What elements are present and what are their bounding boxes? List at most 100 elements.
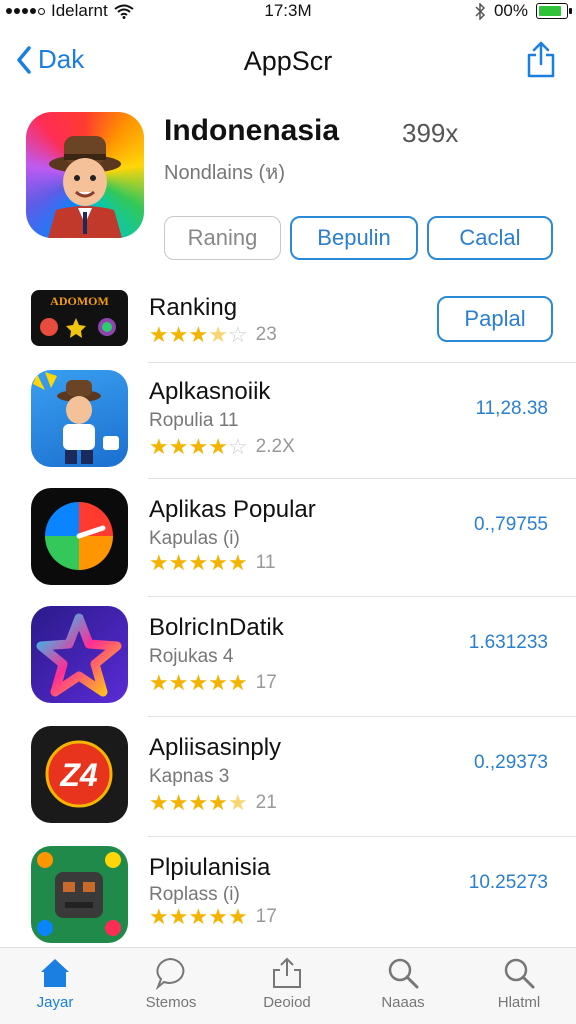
share-box-icon [273,957,301,988]
search-icon [388,958,419,989]
ranking-banner-icon: ADOMOM [31,290,128,346]
star-icon: ★ [227,670,248,695]
app-rating: ★ ★ ★ ★ ★ 11 [149,552,275,574]
category-button[interactable]: Caclal [427,216,553,260]
tab-label: Hlatml [497,994,541,1011]
hero-app-name: Indonenasia [164,114,340,147]
tab-label: Jayar [36,994,74,1011]
app-price[interactable]: 0.,79755 [474,514,548,536]
explorer-character-icon [31,370,128,467]
divider [148,716,576,717]
list-item[interactable]: Plpiulanisia Roplass (i) ★ ★ ★ ★ ★ 17 10.252… [0,846,576,946]
star-icon: ★ [208,322,228,347]
star-logo-icon [31,606,128,703]
star-icon: ★ [168,550,189,575]
ranking-button[interactable]: Raning [164,216,281,260]
star-icon: ★ [208,670,228,695]
star-icon: ★ [208,550,228,575]
rating-count: 17 [255,906,277,927]
share-button[interactable] [526,40,556,83]
list-item[interactable]: Aplkasnoiik Ropulia 11 ★ ★ ★ ★ ☆ 2.2X 11,28.… [0,370,576,470]
app-name: Plpiulanisia [149,854,271,881]
app-category: Roplass (i) [149,884,240,905]
star-icon: ★ [188,322,209,347]
rating-count: 21 [255,792,277,813]
rating-count: 17 [255,672,277,693]
star-icon: ★ [168,434,189,459]
app-price[interactable]: 0.,29373 [474,752,548,774]
tab-search-alt[interactable]: Hlatml [464,956,574,1011]
share-icon [527,41,555,78]
star-icon: ★ [188,670,209,695]
app-name: Aplkasnoiik [149,378,271,405]
bluetooth-icon [475,2,486,20]
popular-button[interactable]: Bepulin [290,216,418,260]
search-icon [504,958,535,989]
rating-count: 23 [255,324,277,345]
rating-count: 11 [255,552,276,573]
app-price[interactable]: 10.25273 [469,872,548,894]
hero-app-icon[interactable] [26,112,144,238]
z4-logo-icon: Z4 [31,726,128,823]
star-icon: ☆ [227,434,248,459]
hero-app-size: 399x [402,118,459,148]
star-icon: ★ [188,434,209,459]
star-icon: ★ [227,790,248,815]
divider [148,478,576,479]
app-category: Kapnas 3 [149,766,230,787]
app-category: Rojukas 4 [149,646,234,667]
star-icon: ★ [227,904,248,929]
tab-label: Naaas [381,994,425,1011]
explorer-character-icon [48,136,122,238]
star-icon: ☆ [227,322,248,347]
star-icon: ★ [149,790,169,815]
list-item[interactable]: Z4 Apliisasinply Kapnas 3 ★ ★ ★ ★ ★ 21 0.,29… [0,726,576,826]
chat-bubble-icon [155,957,185,990]
app-rating: ★ ★ ★ ★ ★ 17 [149,672,277,694]
star-icon: ★ [168,904,189,929]
star-icon: ★ [208,904,228,929]
ranking-row[interactable]: ADOMOM Ranking ★ ★ ★ ★ ☆ 23 Paplal [0,290,576,360]
star-icon: ★ [149,434,169,459]
list-item[interactable]: BolricInDatik Rojukas 4 ★ ★ ★ ★ ★ 17 1.63123… [0,606,576,706]
app-name: Aplikas Popular [149,496,316,523]
star-icon: ★ [208,434,228,459]
star-icon: ★ [168,790,189,815]
hero-app-subtitle: Nondlains (ห) [164,162,286,184]
tab-updates[interactable]: Deoiod [232,956,342,1011]
ranking-stars: ★ ★ ★ ★ ☆ 23 [149,324,277,346]
robot-game-icon [31,846,128,943]
battery-icon [536,3,572,19]
divider [148,362,576,363]
list-item[interactable]: Aplikas Popular Kapulas (i) ★ ★ ★ ★ ★ 11 0.,… [0,488,576,588]
app-price[interactable]: 1.631233 [469,632,548,654]
star-icon: ★ [149,670,169,695]
ranking-action-button[interactable]: Paplal [437,296,553,342]
app-rating: ★ ★ ★ ★ ☆ 2.2X [149,436,295,458]
divider [148,596,576,597]
app-price[interactable]: 11,28.38 [475,398,548,420]
app-rating: ★ ★ ★ ★ ★ 21 [149,792,277,814]
tab-label: Deoiod [263,994,311,1011]
svg-text:Z4: Z4 [59,757,98,793]
star-icon: ★ [149,322,169,347]
star-icon: ★ [168,670,189,695]
battery-percent: 00% [493,1,528,20]
tab-bar: Jayar Stemos Deoiod Naaas Hlatml [0,947,576,1024]
status-bar: Idelarnt 17:3M 00% [0,0,576,22]
star-icon: ★ [188,904,209,929]
star-icon: ★ [188,550,209,575]
rating-count: 2.2X [255,436,295,457]
app-category: Ropulia 11 [149,410,239,431]
tab-chat[interactable]: Stemos [116,956,226,1011]
tab-search[interactable]: Naaas [348,956,458,1011]
tab-home[interactable]: Jayar [0,956,110,1011]
star-icon: ★ [188,790,209,815]
star-icon: ★ [149,550,169,575]
ranking-title: Ranking [149,294,238,321]
color-wheel-icon [31,488,128,585]
app-name: Apliisasinply [149,734,282,761]
navigation-bar: Dak AppScr [0,36,576,88]
app-name: BolricInDatik [149,614,284,641]
star-icon: ★ [168,322,189,347]
